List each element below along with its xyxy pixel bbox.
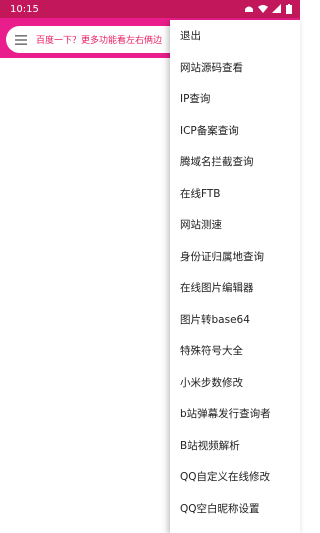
menu-item-special-symbols[interactable]: 特殊符号大全 xyxy=(170,335,300,367)
signal-icon xyxy=(272,4,281,13)
wifi-icon xyxy=(258,5,268,13)
menu-item-ip-lookup[interactable]: IP查询 xyxy=(170,83,300,115)
search-placeholder[interactable]: 百度一下？更多功能看左右俩边 xyxy=(36,33,162,46)
menu-item-id-location[interactable]: 身份证归属地查询 xyxy=(170,241,300,273)
status-icons xyxy=(244,4,292,14)
options-menu: 退出 网站源码查看 IP查询 ICP备案查询 腾域名拦截查询 在线FTB 网站测… xyxy=(170,20,300,533)
status-bar: 10:15 xyxy=(0,0,300,18)
search-bar[interactable]: 百度一下？更多功能看左右俩边 xyxy=(6,26,196,53)
menu-item-xiaomi-steps[interactable]: 小米步数修改 xyxy=(170,367,300,399)
menu-item-qq-blank-nick[interactable]: QQ空白昵称设置 xyxy=(170,493,300,525)
menu-item-online-ftb[interactable]: 在线FTB xyxy=(170,178,300,210)
menu-item-icp-lookup[interactable]: ICP备案查询 xyxy=(170,115,300,147)
menu-item-tencent-domain-check[interactable]: 腾域名拦截查询 xyxy=(170,146,300,178)
status-time: 10:15 xyxy=(10,3,39,15)
menu-item-exit[interactable]: 退出 xyxy=(170,20,300,52)
menu-item-site-source[interactable]: 网站源码查看 xyxy=(170,52,300,84)
android-icon xyxy=(245,6,253,12)
hamburger-icon xyxy=(15,34,27,45)
battery-icon xyxy=(286,4,292,14)
menu-item-image-base64[interactable]: 图片转base64 xyxy=(170,304,300,336)
menu-item-image-editor[interactable]: 在线图片编辑器 xyxy=(170,272,300,304)
menu-item-site-speed[interactable]: 网站测速 xyxy=(170,209,300,241)
menu-item-bilibili-danmaku[interactable]: b站弹幕发行查询者 xyxy=(170,398,300,430)
menu-item-qq-custom[interactable]: QQ自定义在线修改 xyxy=(170,461,300,493)
menu-button[interactable] xyxy=(6,26,36,53)
menu-item-bilibili-video[interactable]: B站视频解析 xyxy=(170,430,300,462)
